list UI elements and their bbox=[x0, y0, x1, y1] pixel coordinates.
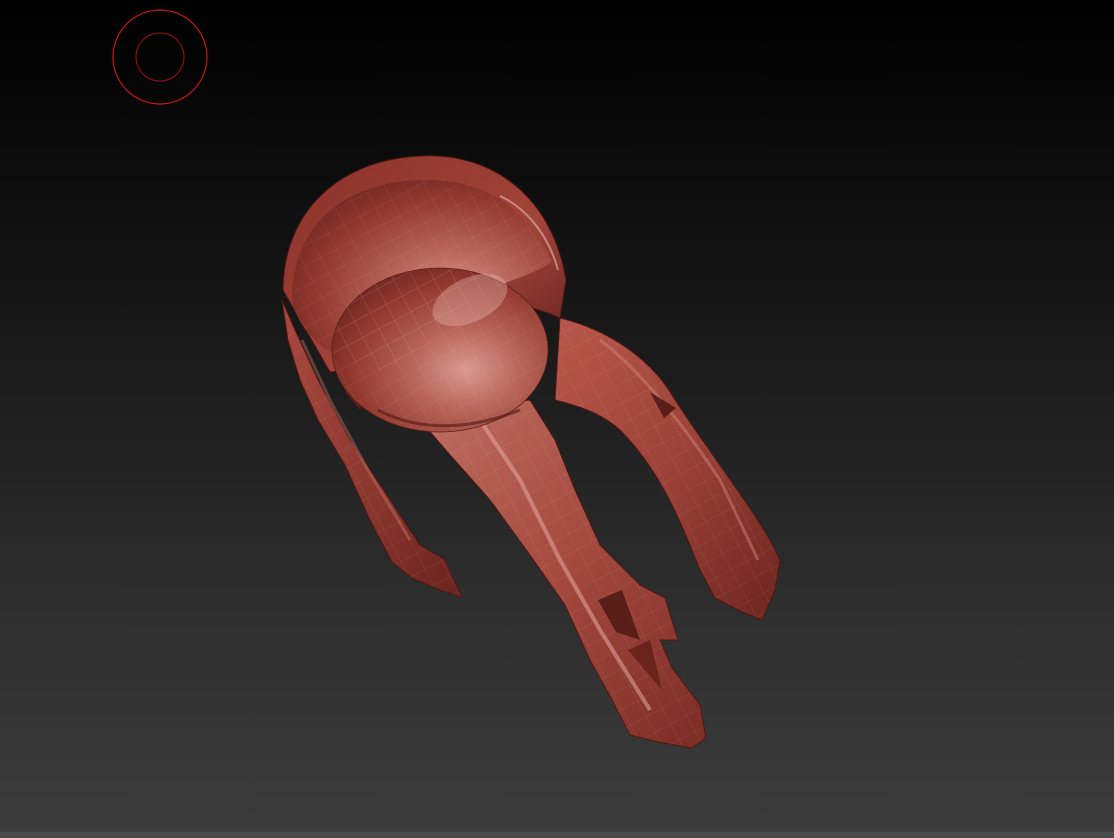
3d-viewport-canvas[interactable] bbox=[0, 0, 1114, 838]
sculpt-mesh-model[interactable] bbox=[0, 0, 1114, 838]
viewport-bottom-edge bbox=[0, 832, 1114, 838]
